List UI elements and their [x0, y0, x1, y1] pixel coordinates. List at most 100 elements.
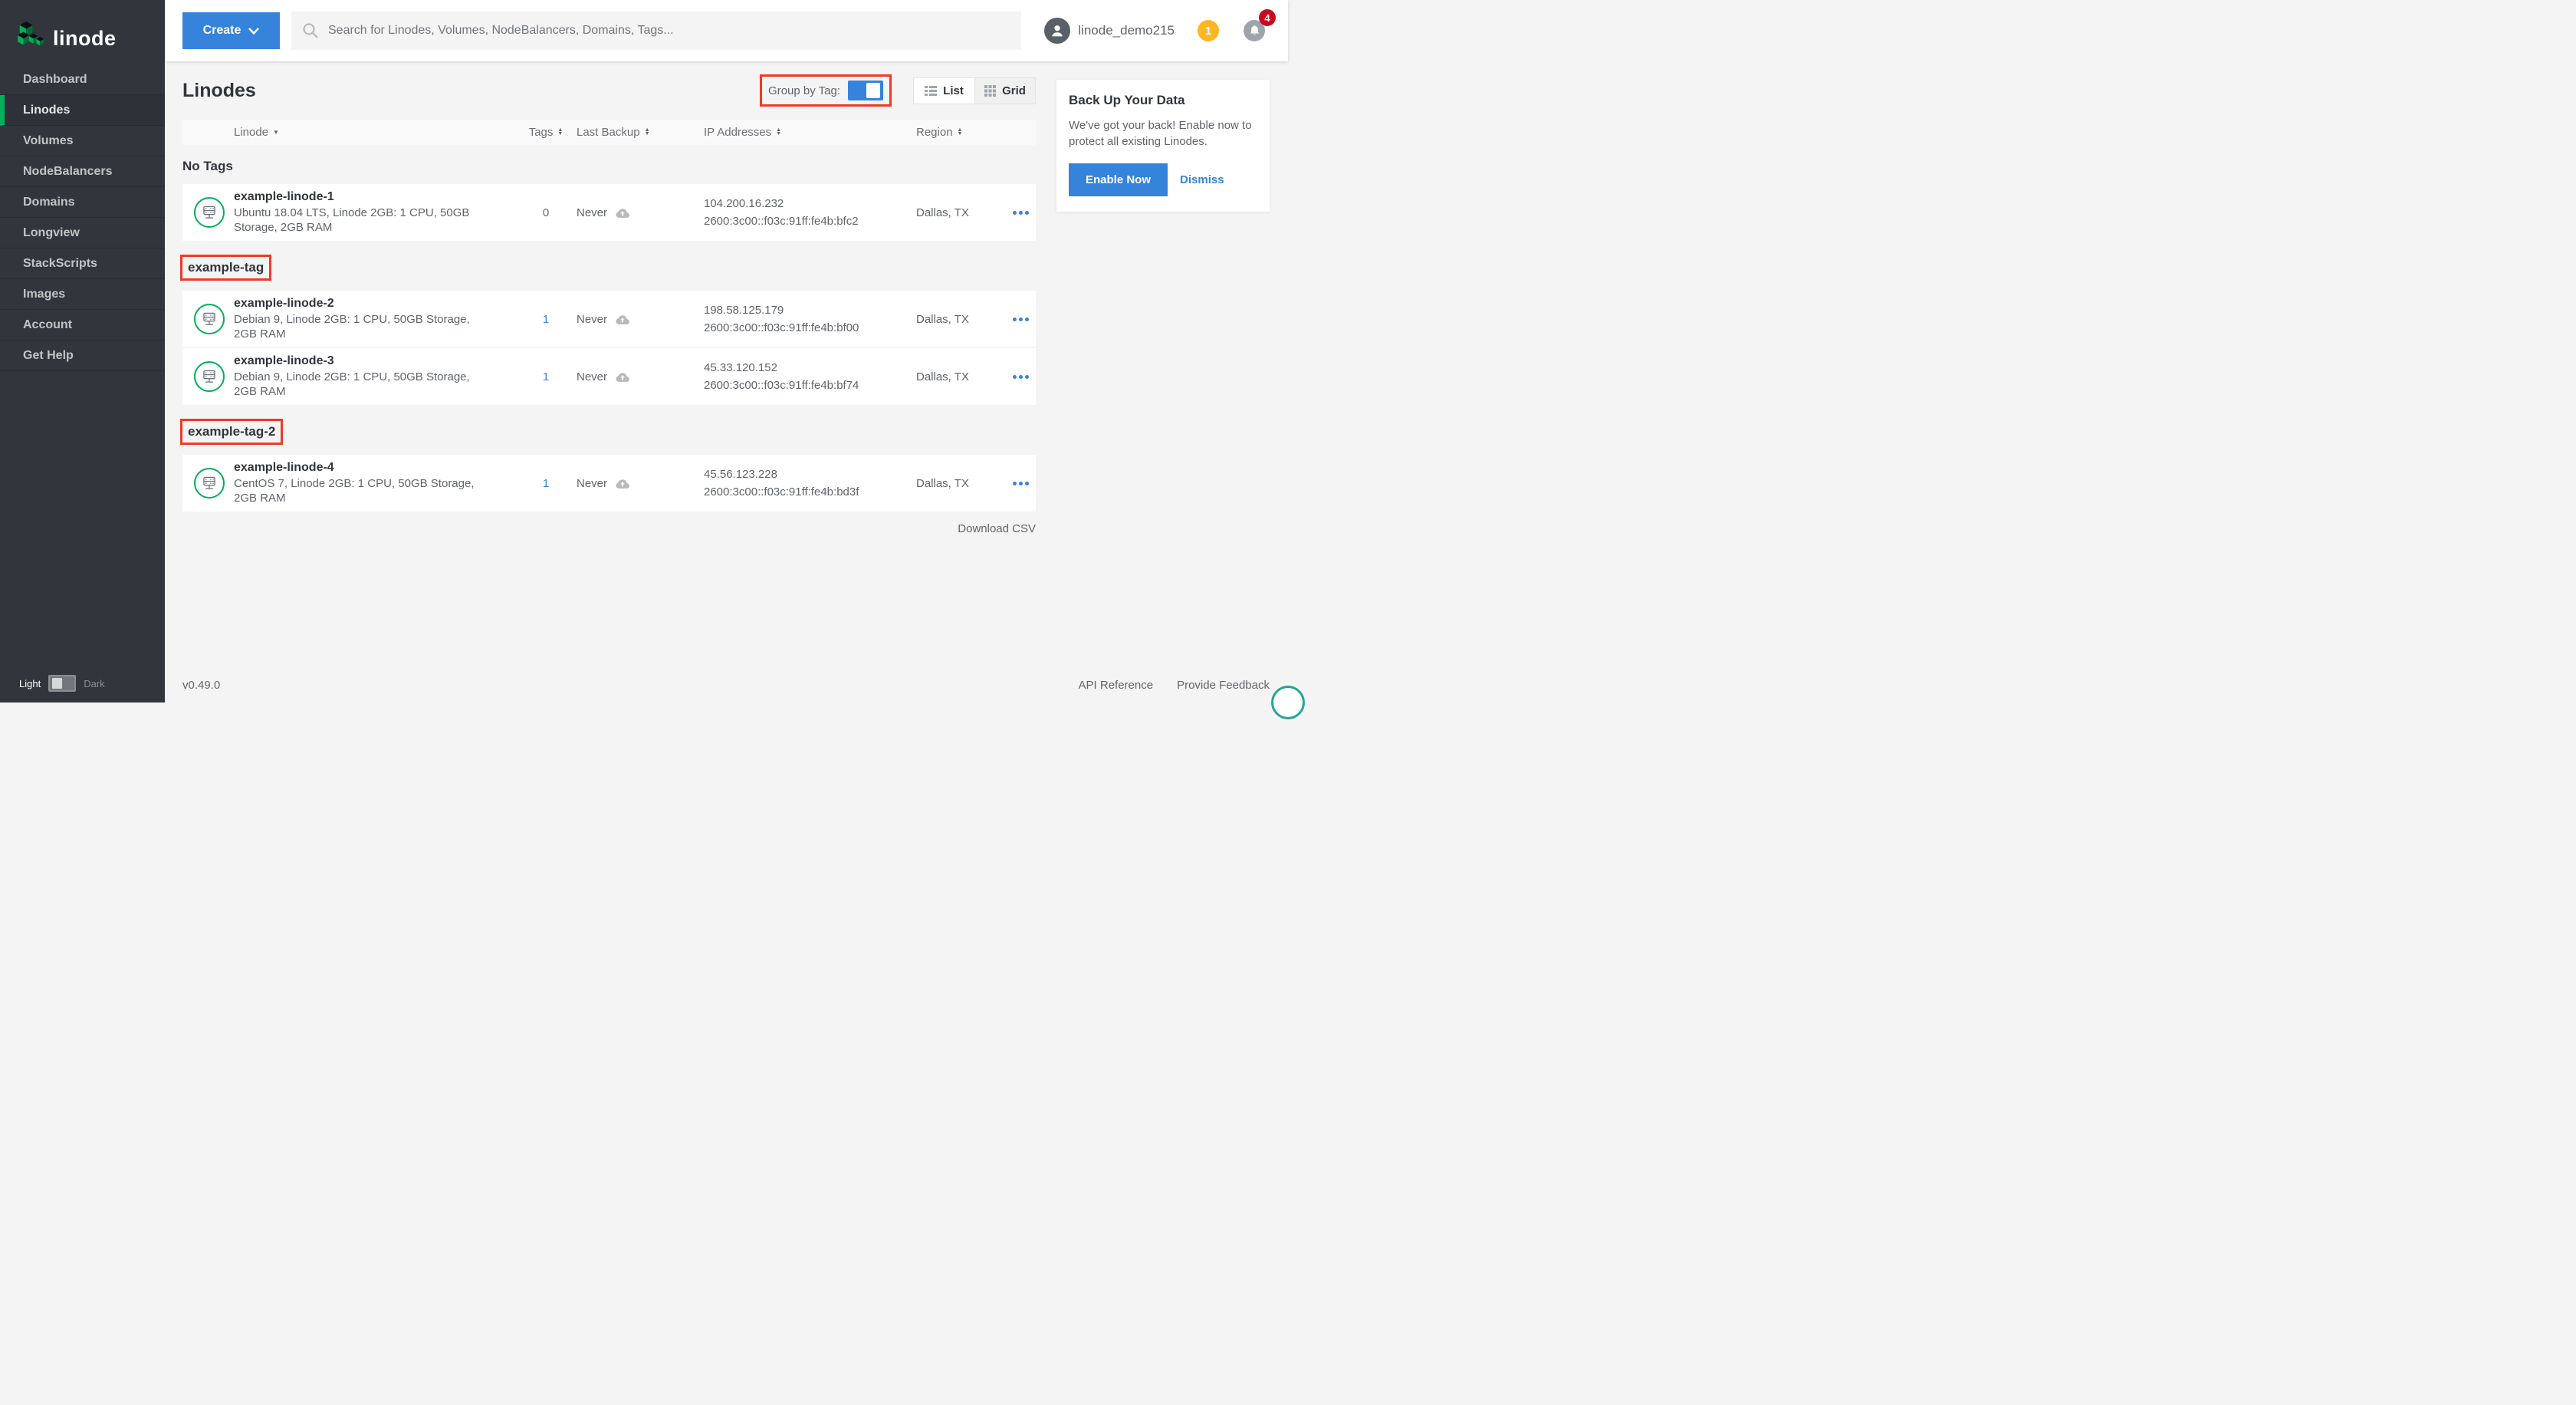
- main-area: Linodes Group by Tag: List Grid: [165, 61, 1288, 702]
- row-actions-menu[interactable]: [1013, 318, 1036, 321]
- tags-count: 0: [543, 206, 549, 219]
- row-actions-menu[interactable]: [1013, 211, 1036, 215]
- sidebar-item-domains[interactable]: Domains: [0, 187, 165, 218]
- theme-light-label: Light: [19, 678, 41, 689]
- api-reference-link[interactable]: API Reference: [1079, 679, 1154, 692]
- region-value: Dallas, TX: [916, 313, 1013, 326]
- chat-widget-peek[interactable]: [1271, 686, 1305, 719]
- table-row: example-linode-2 Debian 9, Linode 2GB: 1…: [182, 291, 1036, 347]
- sidebar-item-linodes[interactable]: Linodes: [0, 95, 165, 126]
- tags-count-link[interactable]: 1: [543, 370, 549, 383]
- grid-view-label: Grid: [1002, 84, 1026, 97]
- group-heading-example-tag-2: example-tag-2: [180, 419, 283, 445]
- column-header-region[interactable]: Region ▲▼: [916, 126, 1013, 139]
- linode-name-link[interactable]: example-linode-4: [234, 461, 495, 475]
- server-icon: [199, 473, 219, 493]
- group-by-tag-label: Group by Tag:: [768, 84, 840, 97]
- download-csv-link[interactable]: Download CSV: [182, 522, 1036, 535]
- ipv6-address[interactable]: 2600:3c00::f03c:91ff:fe4b:bd3f: [704, 483, 916, 501]
- linode-specs: Debian 9, Linode 2GB: 1 CPU, 50GB Storag…: [234, 312, 495, 341]
- server-icon: [199, 202, 219, 222]
- theme-toggle[interactable]: [48, 675, 76, 692]
- ipv6-address[interactable]: 2600:3c00::f03c:91ff:fe4b:bfc2: [704, 212, 916, 230]
- column-header-linode[interactable]: Linode ▼: [182, 126, 515, 139]
- linode-cubes-icon: [16, 21, 45, 56]
- server-icon: [199, 367, 219, 387]
- linode-entity-icon: [194, 197, 225, 228]
- column-header-ip-addresses[interactable]: IP Addresses ▲▼: [704, 126, 916, 139]
- create-button[interactable]: Create: [182, 12, 280, 49]
- tag-group-example-tag-2: example-tag-2 example-linode-4 CentOS 7,…: [182, 405, 1036, 512]
- sidebar-item-get-help[interactable]: Get Help: [0, 341, 165, 371]
- ipv4-address[interactable]: 104.200.16.232: [704, 195, 916, 212]
- linode-entity-icon: [194, 304, 225, 334]
- server-icon: [199, 309, 219, 329]
- search-icon: [302, 22, 319, 39]
- sidebar-item-images[interactable]: Images: [0, 279, 165, 310]
- linode-name-link[interactable]: example-linode-1: [234, 190, 495, 204]
- table-row: example-linode-4 CentOS 7, Linode 2GB: 1…: [182, 455, 1036, 512]
- last-backup-value: Never: [577, 477, 607, 490]
- logo-wordmark: linode: [53, 27, 117, 51]
- column-header-tags[interactable]: Tags ▲▼: [515, 126, 577, 139]
- linode-specs: Ubuntu 18.04 LTS, Linode 2GB: 1 CPU, 50G…: [234, 206, 495, 235]
- group-by-tag-knob: [866, 83, 880, 98]
- theme-dark-label: Dark: [84, 678, 104, 689]
- search-bar: [291, 12, 1021, 50]
- enable-now-button[interactable]: Enable Now: [1069, 163, 1168, 196]
- sort-desc-icon: ▼: [273, 129, 279, 136]
- group-heading-example-tag: example-tag: [180, 255, 271, 281]
- create-button-label: Create: [203, 24, 242, 38]
- bell-wrap: 4: [1244, 20, 1265, 41]
- list-view-button[interactable]: List: [914, 78, 974, 104]
- ipv6-address[interactable]: 2600:3c00::f03c:91ff:fe4b:bf74: [704, 377, 916, 394]
- avatar[interactable]: [1044, 18, 1070, 44]
- ipv4-address[interactable]: 45.33.120.152: [704, 359, 916, 377]
- linode-name-link[interactable]: example-linode-2: [234, 297, 495, 311]
- linode-specs: CentOS 7, Linode 2GB: 1 CPU, 50GB Storag…: [234, 476, 495, 505]
- linode-name-link[interactable]: example-linode-3: [234, 354, 495, 368]
- sidebar-nav: Dashboard Linodes Volumes NodeBalancers …: [0, 64, 165, 371]
- linode-logo[interactable]: linode: [0, 0, 165, 61]
- row-actions-menu[interactable]: [1013, 482, 1036, 485]
- version-label: v0.49.0: [182, 679, 220, 692]
- chevron-down-icon: [248, 28, 259, 35]
- sidebar-item-stackscripts[interactable]: StackScripts: [0, 248, 165, 279]
- theme-toggle-row: Light Dark: [19, 675, 105, 692]
- grid-view-button[interactable]: Grid: [974, 78, 1035, 104]
- tags-count-link[interactable]: 1: [543, 313, 549, 326]
- cloud-upload-icon: [614, 313, 631, 325]
- user-icon: [1049, 22, 1066, 39]
- sort-icon: ▲▼: [958, 129, 963, 135]
- provide-feedback-link[interactable]: Provide Feedback: [1177, 679, 1270, 692]
- sidebar: linode Dashboard Linodes Volumes NodeBal…: [0, 0, 165, 702]
- sort-icon: ▲▼: [645, 129, 650, 135]
- region-value: Dallas, TX: [916, 206, 1013, 219]
- view-toggle: List Grid: [913, 77, 1036, 104]
- table-row: example-linode-3 Debian 9, Linode 2GB: 1…: [182, 347, 1036, 405]
- notification-count-badge[interactable]: 1: [1198, 20, 1219, 41]
- ipv6-address[interactable]: 2600:3c00::f03c:91ff:fe4b:bf00: [704, 319, 916, 337]
- row-actions-menu[interactable]: [1013, 375, 1036, 379]
- backup-data-card: Back Up Your Data We've got your back! E…: [1056, 80, 1270, 212]
- linode-entity-icon: [194, 361, 225, 392]
- sidebar-item-longview[interactable]: Longview: [0, 218, 165, 248]
- username[interactable]: linode_demo215: [1078, 23, 1175, 38]
- annotation-box-group-by-tag: Group by Tag:: [760, 74, 892, 107]
- sidebar-item-volumes[interactable]: Volumes: [0, 126, 165, 156]
- backup-card-title: Back Up Your Data: [1069, 93, 1257, 108]
- search-input[interactable]: [328, 24, 1010, 38]
- sidebar-item-account[interactable]: Account: [0, 310, 165, 341]
- dismiss-link[interactable]: Dismiss: [1180, 173, 1224, 186]
- cloud-upload-icon: [614, 370, 631, 383]
- group-by-tag-toggle[interactable]: [848, 81, 883, 100]
- ipv4-address[interactable]: 198.58.125.179: [704, 301, 916, 319]
- sidebar-item-dashboard[interactable]: Dashboard: [0, 64, 165, 95]
- region-value: Dallas, TX: [916, 370, 1013, 383]
- tags-count-link[interactable]: 1: [543, 477, 549, 490]
- sidebar-item-nodebalancers[interactable]: NodeBalancers: [0, 156, 165, 187]
- column-header-last-backup[interactable]: Last Backup ▲▼: [577, 126, 704, 139]
- cloud-upload-icon: [614, 477, 631, 489]
- bell-badge: 4: [1259, 9, 1276, 26]
- ipv4-address[interactable]: 45.56.123.228: [704, 466, 916, 483]
